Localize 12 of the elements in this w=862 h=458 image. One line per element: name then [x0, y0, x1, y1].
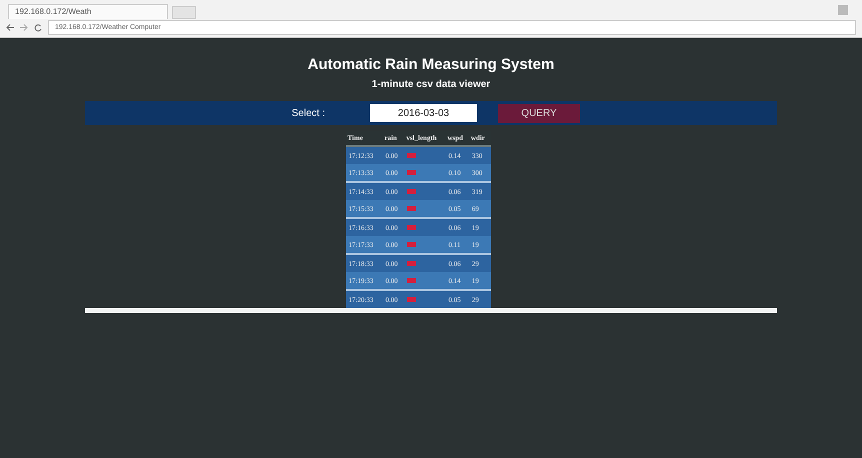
- page-subtitle: 1-minute csv data viewer: [372, 79, 490, 90]
- date-field[interactable]: 2016-03-03: [370, 104, 477, 122]
- window-control-icon[interactable]: [838, 4, 848, 14]
- scrollbar[interactable]: [85, 308, 777, 313]
- query-button[interactable]: QUERY: [498, 104, 580, 122]
- select-label: Select :: [290, 108, 325, 118]
- new-tab-button[interactable]: [172, 6, 196, 18]
- page-title: Automatic Rain Measuring System: [308, 56, 554, 73]
- reload-icon[interactable]: [34, 24, 42, 32]
- forward-icon[interactable]: [20, 24, 28, 32]
- browser-tab[interactable]: 192.168.0.172/Weath: [8, 4, 168, 18]
- back-icon[interactable]: [6, 24, 14, 32]
